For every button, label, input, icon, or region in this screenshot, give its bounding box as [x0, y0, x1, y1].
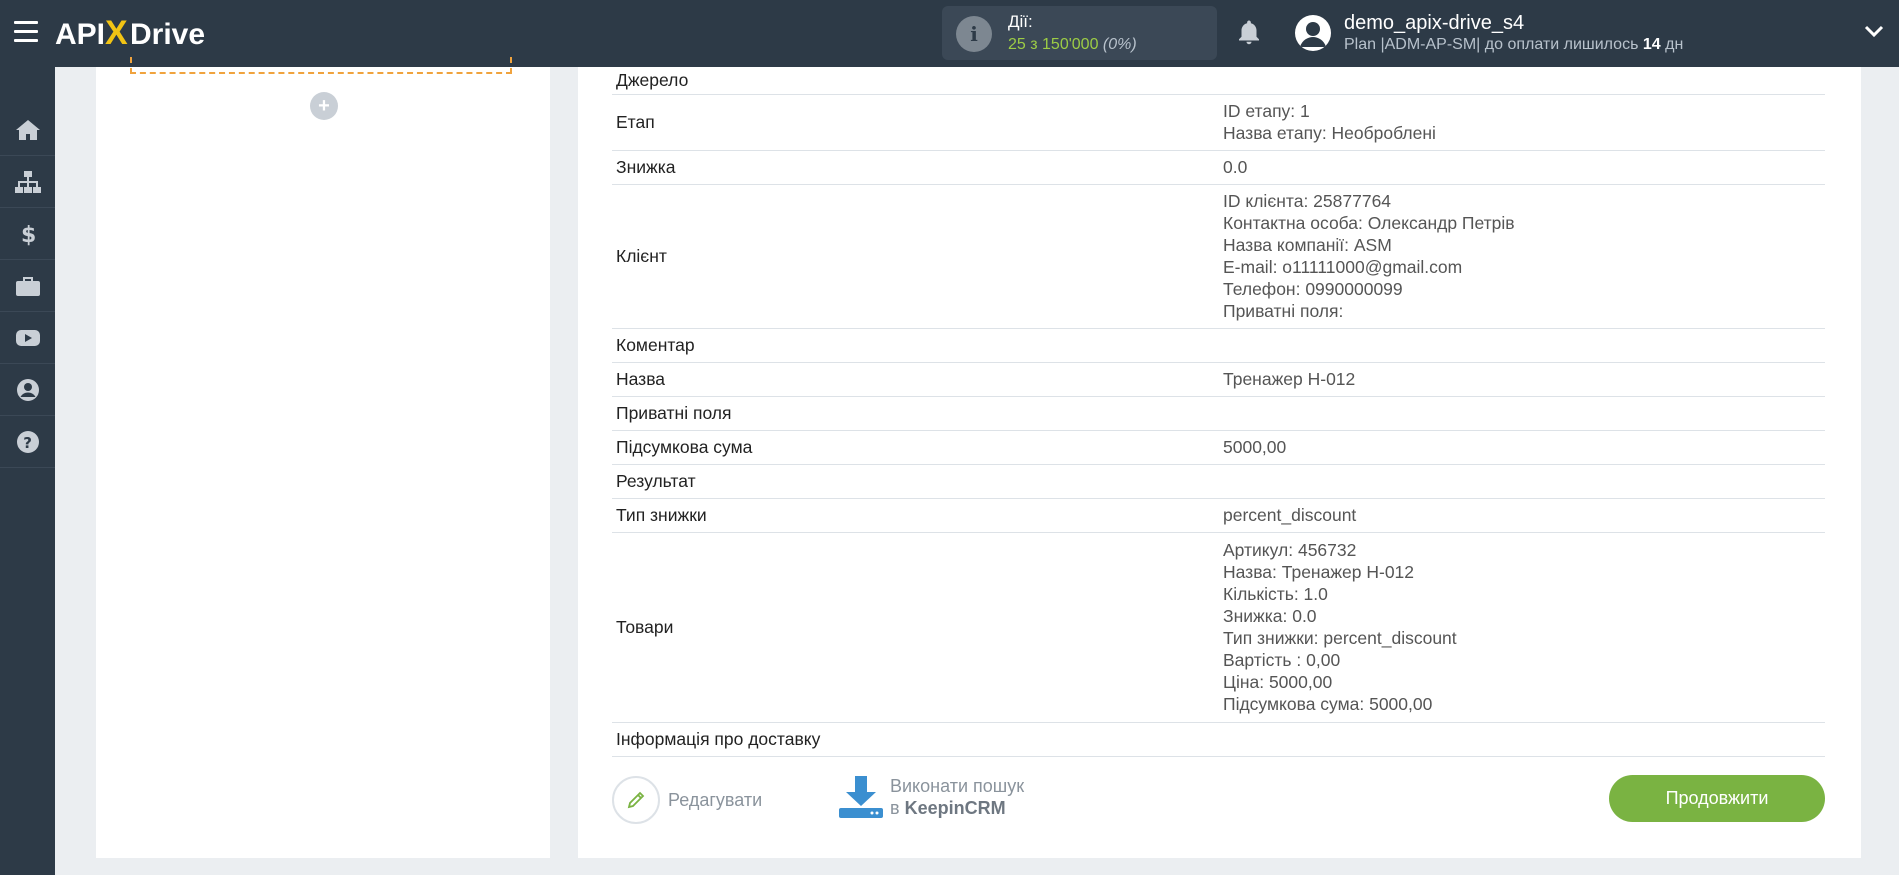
add-step-button[interactable]: + — [310, 92, 338, 120]
sidebar-item-billing[interactable]: $ — [0, 208, 55, 260]
field-value — [1219, 328, 1825, 362]
fields-table: Джерело Етап ID етапу: 1 Назва етапу: Необр… — [612, 67, 1825, 757]
field-key: Результат — [616, 471, 696, 491]
user-icon — [16, 378, 39, 401]
home-icon — [15, 119, 40, 140]
selected-step-card[interactable] — [130, 57, 512, 74]
field-value-line: percent_discount — [1223, 505, 1357, 525]
sidebar-item-help[interactable]: ? — [0, 416, 55, 468]
chevron-down-icon[interactable] — [1864, 24, 1884, 38]
bell-icon[interactable] — [1234, 18, 1264, 48]
field-value-line: 5000,00 — [1223, 437, 1287, 457]
field-value-line: Назва компанії: ASM — [1223, 235, 1392, 255]
table-row: Коментар — [612, 328, 1825, 362]
field-value: ID клієнта: 25877764 Контактна особа: Оле… — [1219, 184, 1825, 328]
svg-text:Drive: Drive — [130, 18, 205, 51]
field-value-line: Підсумкова сума: 5000,00 — [1223, 694, 1433, 714]
field-value: percent_discount — [1219, 498, 1825, 532]
dollar-icon: $ — [21, 223, 36, 247]
field-value-line: Знижка: 0.0 — [1223, 606, 1317, 626]
field-value-line: Вартість : 0,00 — [1223, 650, 1341, 670]
avatar[interactable] — [1295, 15, 1331, 51]
table-row: Приватні поля — [612, 396, 1825, 430]
user-plan: Plan |ADM-AP-SM| до оплати лишилось 14 д… — [1344, 36, 1684, 53]
table-row: Знижка 0.0 — [612, 150, 1825, 184]
search-label: Виконати пошук в KeepinCRM — [890, 776, 1025, 818]
field-key: Етап — [616, 112, 655, 132]
sidebar-item-home[interactable] — [0, 104, 55, 156]
svg-text:API: API — [55, 18, 105, 51]
field-key: Знижка — [616, 157, 676, 177]
field-value-line: Контактна особа: Олександр Петрів — [1223, 213, 1515, 233]
field-value-line: Тренажер H-012 — [1223, 369, 1356, 389]
svg-text:?: ? — [23, 434, 32, 452]
field-value: 0.0 — [1219, 150, 1825, 184]
table-row: Тип знижки percent_discount — [612, 498, 1825, 532]
field-value — [1219, 722, 1825, 756]
field-key: Інформація про доставку — [616, 729, 821, 749]
briefcase-icon — [15, 276, 40, 296]
field-value — [1219, 396, 1825, 430]
field-key: Джерело — [616, 70, 689, 91]
field-value-line: Приватні поля: — [1223, 301, 1344, 321]
field-value-line: ID клієнта: 25877764 — [1223, 191, 1392, 211]
logo[interactable]: API X Drive — [55, 11, 225, 55]
sidebar-item-video[interactable] — [0, 312, 55, 364]
field-value-line: Телефон: 0990000099 — [1223, 279, 1403, 299]
field-key: Назва — [616, 369, 666, 389]
field-value-line: E-mail: o11111000@gmail.com — [1223, 257, 1463, 277]
sitemap-icon — [14, 170, 41, 193]
field-value: 5000,00 — [1219, 430, 1825, 464]
edit-button[interactable]: Редагувати — [612, 776, 762, 824]
field-value: Артикул: 456732 Назва: Тренажер H-012 Кіль… — [1219, 532, 1825, 722]
field-value — [1219, 67, 1825, 94]
sidebar-item-briefcase[interactable] — [0, 260, 55, 312]
field-value-line: Артикул: 456732 — [1223, 540, 1357, 560]
field-key: Коментар — [616, 335, 695, 355]
youtube-icon — [15, 329, 40, 346]
table-row: Етап ID етапу: 1 Назва етапу: Необроблені — [612, 94, 1825, 150]
sidebar-item-connections[interactable] — [0, 156, 55, 208]
field-value-line: Ціна: 5000,00 — [1223, 672, 1333, 692]
table-row: Результат — [612, 464, 1825, 498]
sidebar-item-profile[interactable] — [0, 364, 55, 416]
main-panel: Джерело Етап ID етапу: 1 Назва етапу: Необр… — [578, 67, 1861, 858]
field-value-line: Назва етапу: Необроблені — [1223, 123, 1436, 143]
field-value: Тренажер H-012 — [1219, 362, 1825, 396]
help-icon: ? — [16, 430, 39, 453]
field-key: Клієнт — [616, 246, 667, 266]
field-key: Приватні поля — [616, 403, 732, 423]
field-key: Товари — [616, 617, 674, 637]
field-value-line: Кількість: 1.0 — [1223, 584, 1328, 604]
table-row: Підсумкова сума 5000,00 — [612, 430, 1825, 464]
field-value-line: 0.0 — [1223, 157, 1248, 177]
continue-button[interactable]: Продовжити — [1609, 775, 1825, 822]
svg-text:X: X — [105, 14, 128, 52]
search-button[interactable]: Виконати пошук в KeepinCRM — [838, 774, 1024, 820]
field-value: ID етапу: 1 Назва етапу: Необроблені — [1219, 94, 1825, 150]
table-row: Товари Артикул: 456732 Назва: Тренажер H-0… — [612, 532, 1825, 722]
field-value-line: Назва: Тренажер H-012 — [1223, 562, 1415, 582]
sidebar: $ ? — [0, 67, 55, 875]
edit-label: Редагувати — [668, 789, 763, 810]
pencil-icon — [612, 776, 660, 824]
actions-counter: i Дії: 25 з 150'000 (0%) — [942, 6, 1217, 60]
left-panel: + — [96, 57, 550, 858]
field-key: Підсумкова сума — [616, 437, 753, 457]
actions-value: 25 з 150'000 (0%) — [1008, 36, 1137, 53]
download-icon — [839, 776, 883, 818]
field-value-line: ID етапу: 1 — [1223, 101, 1310, 121]
info-icon: i — [956, 16, 992, 52]
user-name[interactable]: demo_apix-drive_s4 — [1344, 12, 1524, 35]
menu-icon[interactable] — [14, 21, 38, 43]
field-value-line: Тип знижки: percent_discount — [1223, 628, 1457, 648]
table-row: Джерело — [612, 67, 1825, 94]
field-value — [1219, 464, 1825, 498]
table-row: Назва Тренажер H-012 — [612, 362, 1825, 396]
actions-label: Дії: — [1008, 12, 1033, 31]
table-row: Клієнт ID клієнта: 25877764 Контактна особ… — [612, 184, 1825, 328]
field-key: Тип знижки — [616, 505, 707, 525]
svg-text:$: $ — [21, 223, 36, 247]
table-row: Інформація про доставку — [612, 722, 1825, 756]
